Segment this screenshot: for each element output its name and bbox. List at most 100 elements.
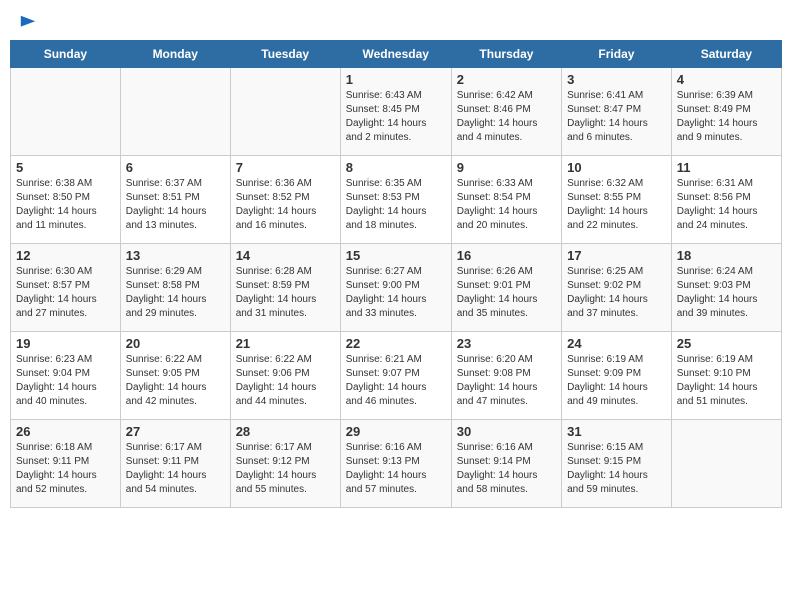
- calendar-cell: 14 Sunrise: 6:28 AM Sunset: 8:59 PM Dayli…: [230, 244, 340, 332]
- day-number: 15: [346, 248, 446, 263]
- day-number: 20: [126, 336, 225, 351]
- calendar-cell: 9 Sunrise: 6:33 AM Sunset: 8:54 PM Daylig…: [451, 156, 561, 244]
- day-info: Sunrise: 6:43 AM Sunset: 8:45 PM Dayligh…: [346, 89, 446, 145]
- day-info: Sunrise: 6:22 AM Sunset: 9:06 PM Dayligh…: [236, 353, 335, 409]
- day-number: 3: [567, 72, 666, 87]
- day-info: Sunrise: 6:32 AM Sunset: 8:55 PM Dayligh…: [567, 177, 666, 233]
- day-number: 17: [567, 248, 666, 263]
- day-number: 14: [236, 248, 335, 263]
- calendar-cell: 6 Sunrise: 6:37 AM Sunset: 8:51 PM Daylig…: [120, 156, 230, 244]
- day-number: 9: [457, 160, 556, 175]
- calendar-cell: 31 Sunrise: 6:15 AM Sunset: 9:15 PM Dayli…: [562, 420, 672, 508]
- calendar-cell: 4Sunrise: 6:39 AM Sunset: 8:49 PM Daylig…: [671, 68, 781, 156]
- day-info: Sunrise: 6:21 AM Sunset: 9:07 PM Dayligh…: [346, 353, 446, 409]
- day-number: 4: [677, 72, 776, 87]
- calendar-table: SundayMondayTuesdayWednesdayThursdayFrid…: [10, 40, 782, 508]
- day-number: 29: [346, 424, 446, 439]
- calendar-cell: 11Sunrise: 6:31 AM Sunset: 8:56 PM Dayli…: [671, 156, 781, 244]
- day-info: Sunrise: 6:29 AM Sunset: 8:58 PM Dayligh…: [126, 265, 225, 321]
- day-number: 26: [16, 424, 115, 439]
- column-header-friday: Friday: [562, 41, 672, 68]
- day-number: 21: [236, 336, 335, 351]
- day-number: 10: [567, 160, 666, 175]
- calendar-cell: 24 Sunrise: 6:19 AM Sunset: 9:09 PM Dayli…: [562, 332, 672, 420]
- day-info: Sunrise: 6:16 AM Sunset: 9:13 PM Dayligh…: [346, 441, 446, 497]
- calendar-cell: 7 Sunrise: 6:36 AM Sunset: 8:52 PM Daylig…: [230, 156, 340, 244]
- day-info: Sunrise: 6:20 AM Sunset: 9:08 PM Dayligh…: [457, 353, 556, 409]
- day-number: 31: [567, 424, 666, 439]
- day-number: 13: [126, 248, 225, 263]
- day-info: Sunrise: 6:17 AM Sunset: 9:12 PM Dayligh…: [236, 441, 335, 497]
- day-info: Sunrise: 6:23 AM Sunset: 9:04 PM Dayligh…: [16, 353, 115, 409]
- day-info: Sunrise: 6:35 AM Sunset: 8:53 PM Dayligh…: [346, 177, 446, 233]
- day-number: 16: [457, 248, 556, 263]
- calendar-cell: 16 Sunrise: 6:26 AM Sunset: 9:01 PM Dayli…: [451, 244, 561, 332]
- calendar-cell: [11, 68, 121, 156]
- calendar-cell: 22 Sunrise: 6:21 AM Sunset: 9:07 PM Dayli…: [340, 332, 451, 420]
- calendar-cell: 28Sunrise: 6:17 AM Sunset: 9:12 PM Dayli…: [230, 420, 340, 508]
- column-header-sunday: Sunday: [11, 41, 121, 68]
- calendar-cell: 5 Sunrise: 6:38 AM Sunset: 8:50 PM Daylig…: [11, 156, 121, 244]
- day-info: Sunrise: 6:15 AM Sunset: 9:15 PM Dayligh…: [567, 441, 666, 497]
- day-info: Sunrise: 6:19 AM Sunset: 9:10 PM Dayligh…: [677, 353, 776, 409]
- day-number: 18: [677, 248, 776, 263]
- day-info: Sunrise: 6:18 AM Sunset: 9:11 PM Dayligh…: [16, 441, 115, 497]
- calendar-cell: 17 Sunrise: 6:25 AM Sunset: 9:02 PM Dayli…: [562, 244, 672, 332]
- calendar-cell: 20Sunrise: 6:22 AM Sunset: 9:05 PM Dayli…: [120, 332, 230, 420]
- calendar-cell: 10 Sunrise: 6:32 AM Sunset: 8:55 PM Dayli…: [562, 156, 672, 244]
- day-info: Sunrise: 6:26 AM Sunset: 9:01 PM Dayligh…: [457, 265, 556, 321]
- calendar-cell: 23 Sunrise: 6:20 AM Sunset: 9:08 PM Dayli…: [451, 332, 561, 420]
- column-header-saturday: Saturday: [671, 41, 781, 68]
- column-header-tuesday: Tuesday: [230, 41, 340, 68]
- calendar-cell: 8 Sunrise: 6:35 AM Sunset: 8:53 PM Daylig…: [340, 156, 451, 244]
- day-info: Sunrise: 6:27 AM Sunset: 9:00 PM Dayligh…: [346, 265, 446, 321]
- day-info: Sunrise: 6:24 AM Sunset: 9:03 PM Dayligh…: [677, 265, 776, 321]
- day-info: Sunrise: 6:41 AM Sunset: 8:47 PM Dayligh…: [567, 89, 666, 145]
- day-info: Sunrise: 6:28 AM Sunset: 8:59 PM Dayligh…: [236, 265, 335, 321]
- day-number: 2: [457, 72, 556, 87]
- day-number: 24: [567, 336, 666, 351]
- calendar-cell: 1Sunrise: 6:43 AM Sunset: 8:45 PM Daylig…: [340, 68, 451, 156]
- calendar-cell: 18 Sunrise: 6:24 AM Sunset: 9:03 PM Dayli…: [671, 244, 781, 332]
- day-info: Sunrise: 6:16 AM Sunset: 9:14 PM Dayligh…: [457, 441, 556, 497]
- day-info: Sunrise: 6:37 AM Sunset: 8:51 PM Dayligh…: [126, 177, 225, 233]
- day-number: 5: [16, 160, 115, 175]
- calendar-cell: 2 Sunrise: 6:42 AM Sunset: 8:46 PM Daylig…: [451, 68, 561, 156]
- calendar-cell: 26 Sunrise: 6:18 AM Sunset: 9:11 PM Dayli…: [11, 420, 121, 508]
- day-number: 22: [346, 336, 446, 351]
- day-info: Sunrise: 6:36 AM Sunset: 8:52 PM Dayligh…: [236, 177, 335, 233]
- column-header-thursday: Thursday: [451, 41, 561, 68]
- day-info: Sunrise: 6:38 AM Sunset: 8:50 PM Dayligh…: [16, 177, 115, 233]
- day-number: 7: [236, 160, 335, 175]
- day-info: Sunrise: 6:17 AM Sunset: 9:11 PM Dayligh…: [126, 441, 225, 497]
- calendar-cell: [120, 68, 230, 156]
- day-number: 19: [16, 336, 115, 351]
- day-number: 30: [457, 424, 556, 439]
- day-info: Sunrise: 6:42 AM Sunset: 8:46 PM Dayligh…: [457, 89, 556, 145]
- day-number: 6: [126, 160, 225, 175]
- day-number: 25: [677, 336, 776, 351]
- logo: [18, 14, 37, 28]
- day-info: Sunrise: 6:33 AM Sunset: 8:54 PM Dayligh…: [457, 177, 556, 233]
- page-header: [10, 10, 782, 32]
- day-number: 23: [457, 336, 556, 351]
- day-info: Sunrise: 6:31 AM Sunset: 8:56 PM Dayligh…: [677, 177, 776, 233]
- calendar-cell: 29 Sunrise: 6:16 AM Sunset: 9:13 PM Dayli…: [340, 420, 451, 508]
- day-info: Sunrise: 6:25 AM Sunset: 9:02 PM Dayligh…: [567, 265, 666, 321]
- column-header-monday: Monday: [120, 41, 230, 68]
- calendar-cell: [671, 420, 781, 508]
- column-header-wednesday: Wednesday: [340, 41, 451, 68]
- calendar-cell: 25 Sunrise: 6:19 AM Sunset: 9:10 PM Dayli…: [671, 332, 781, 420]
- calendar-cell: 27 Sunrise: 6:17 AM Sunset: 9:11 PM Dayli…: [120, 420, 230, 508]
- day-number: 27: [126, 424, 225, 439]
- day-info: Sunrise: 6:19 AM Sunset: 9:09 PM Dayligh…: [567, 353, 666, 409]
- calendar-cell: 30 Sunrise: 6:16 AM Sunset: 9:14 PM Dayli…: [451, 420, 561, 508]
- logo-flag-icon: [19, 14, 37, 32]
- day-number: 12: [16, 248, 115, 263]
- calendar-cell: 19 Sunrise: 6:23 AM Sunset: 9:04 PM Dayli…: [11, 332, 121, 420]
- day-number: 8: [346, 160, 446, 175]
- calendar-cell: 3 Sunrise: 6:41 AM Sunset: 8:47 PM Daylig…: [562, 68, 672, 156]
- calendar-cell: [230, 68, 340, 156]
- calendar-cell: 13 Sunrise: 6:29 AM Sunset: 8:58 PM Dayli…: [120, 244, 230, 332]
- calendar-cell: 21 Sunrise: 6:22 AM Sunset: 9:06 PM Dayli…: [230, 332, 340, 420]
